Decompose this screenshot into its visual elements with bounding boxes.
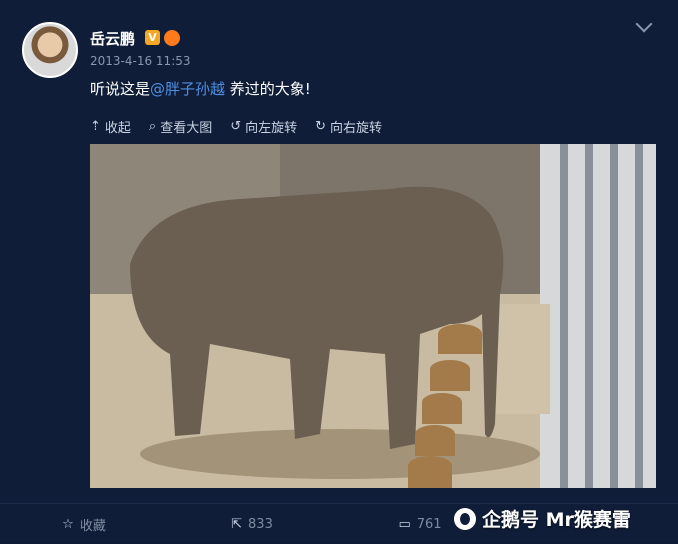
rotate-right-button[interactable]: ↻ 向右旋转 xyxy=(315,117,382,136)
favorite-label: 收藏 xyxy=(79,518,106,534)
arrow-up-icon: ⇡ xyxy=(90,119,101,134)
post-timestamp[interactable]: 2013-4-16 11:53 xyxy=(90,54,191,68)
penguin-icon xyxy=(454,507,476,530)
rotate-left-icon: ↺ xyxy=(230,119,242,134)
weibo-post-card: 岳云鹏 V 2013-4-16 11:53 听说这是@胖子孙越 养过的大象! ⇡… xyxy=(0,0,678,543)
view-large-label: 查看大图 xyxy=(160,121,213,136)
post-text-before: 听说这是 xyxy=(90,80,151,98)
comment-count: 761 xyxy=(416,516,442,532)
post-text-after: 养过的大象! xyxy=(225,80,311,98)
rotate-right-label: 向右旋转 xyxy=(330,121,383,136)
share-icon: ⇱ xyxy=(231,516,243,532)
favorite-button[interactable]: ☆ 收藏 xyxy=(0,515,168,534)
rotate-left-button[interactable]: ↺ 向左旋转 xyxy=(230,117,297,136)
chevron-down-icon[interactable] xyxy=(635,15,653,33)
repost-button[interactable]: ⇱ 833 xyxy=(168,517,336,532)
vip-badge xyxy=(164,30,180,46)
view-large-button[interactable]: ⌕ 查看大图 xyxy=(149,117,212,136)
watermark-text: 企鹅号 Mr猴赛雷 xyxy=(482,509,631,531)
rotate-right-icon: ↻ xyxy=(315,119,327,134)
watermark: 企鹅号 Mr猴赛雷 xyxy=(454,505,631,532)
collapse-button[interactable]: ⇡ 收起 xyxy=(90,117,131,136)
collapse-label: 收起 xyxy=(104,121,131,136)
username[interactable]: 岳云鹏 xyxy=(90,28,135,49)
media-toolbar: ⇡ 收起 ⌕ 查看大图 ↺ 向左旋转 ↻ 向右旋转 xyxy=(90,117,382,136)
post-text: 听说这是@胖子孙越 养过的大象! xyxy=(90,78,311,99)
mention-link[interactable]: @胖子孙越 xyxy=(150,80,225,98)
verified-badge: V xyxy=(145,30,160,45)
magnifier-icon: ⌕ xyxy=(148,119,157,134)
star-icon: ☆ xyxy=(62,516,74,532)
avatar[interactable] xyxy=(22,22,78,78)
comment-icon: ▭ xyxy=(398,516,411,532)
elephant-photo xyxy=(90,144,656,488)
post-photo[interactable] xyxy=(90,144,656,488)
repost-count: 833 xyxy=(248,516,273,532)
rotate-left-label: 向左旋转 xyxy=(245,121,298,136)
